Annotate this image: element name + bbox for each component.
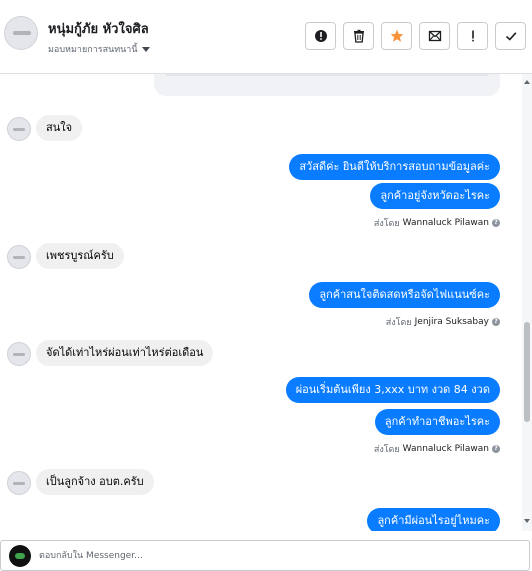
done-icon [505,32,516,41]
reply-composer [0,540,530,571]
outgoing-message: ลูกค้าสนใจติดสดหรือจัดไฟแนนซ์คะ [309,282,500,308]
star-icon [390,29,403,42]
spam-icon [314,30,327,42]
done-button[interactable] [495,22,526,50]
page-logo-avatar [9,545,31,567]
delete-button[interactable] [343,22,374,50]
thread-scrollbar[interactable] [522,74,532,531]
spam-button[interactable] [305,22,336,50]
contact-avatar-small [7,117,31,141]
incoming-message: จัดได้เท่าไหร่ผ่อนเท่าไหร่ต่อเดือน [36,340,214,366]
assign-label: มอบหมายการสนทนานี้ [48,45,138,55]
sender-name: Wannaluck Pilawan [402,218,489,228]
contact-avatar-small [7,471,31,495]
scroll-down-arrow-icon[interactable] [524,519,530,523]
star-button[interactable] [381,22,412,50]
outgoing-message: สวัสดีค่ะ ยินดีให้บริการสอบถามข้อมูลค่ะ [289,154,500,180]
mark-unread-button[interactable] [419,22,450,50]
mark-unread-icon [428,30,441,42]
help-icon[interactable]: ? [492,318,500,326]
scrollbar-thumb[interactable] [524,322,530,422]
previous-message-card [154,74,500,96]
help-icon[interactable]: ? [492,445,500,453]
outgoing-message: ลูกค้ามีผ่อนไรอยู่ไหมคะ [367,508,500,531]
contact-avatar[interactable] [4,16,38,50]
outgoing-message: ลูกค้าทำอาชีพอะไรคะ [374,409,500,435]
message-thread: สนใจ สวัสดีค่ะ ยินดีให้บริการสอบถามข้อมู… [0,74,522,531]
sent-by-label: ส่งโดย Wannaluck Pilawan ? [374,216,500,230]
follow-up-icon [471,30,474,42]
outgoing-message: ผ่อนเริ่มต้นเพียง 3,xxx บาท งวด 84 งวด [285,377,500,403]
action-toolbar [305,22,526,50]
conversation-header: หนุ่มกู้ภัย หัวใจศิล มอบหมายการสนทนานี้ [0,0,532,74]
assign-conversation-dropdown[interactable]: มอบหมายการสนทนานี้ [48,42,150,56]
sender-name: Jenjira Suksabay [414,317,489,327]
help-icon[interactable]: ? [492,219,500,227]
reply-input[interactable] [39,545,519,567]
contact-avatar-small [7,245,31,269]
outgoing-message: ลูกค้าอยู่จังหวัดอะไรคะ [370,183,500,209]
incoming-message: เพชรบูรณ์ครับ [36,243,124,269]
sender-name: Wannaluck Pilawan [402,444,489,454]
incoming-message: สนใจ [36,115,83,141]
contact-avatar-small [7,342,31,366]
contact-name[interactable]: หนุ่มกู้ภัย หัวใจศิล [48,18,149,39]
incoming-message: เป็นลูกจ้าง อบต.ครับ [36,469,154,495]
sent-by-label: ส่งโดย Wannaluck Pilawan ? [374,442,500,456]
follow-up-button[interactable] [457,22,488,50]
trash-icon [353,29,364,43]
caret-down-icon [141,46,150,52]
scroll-up-arrow-icon[interactable] [524,80,530,84]
sent-by-label: ส่งโดย Jenjira Suksabay ? [386,315,500,329]
